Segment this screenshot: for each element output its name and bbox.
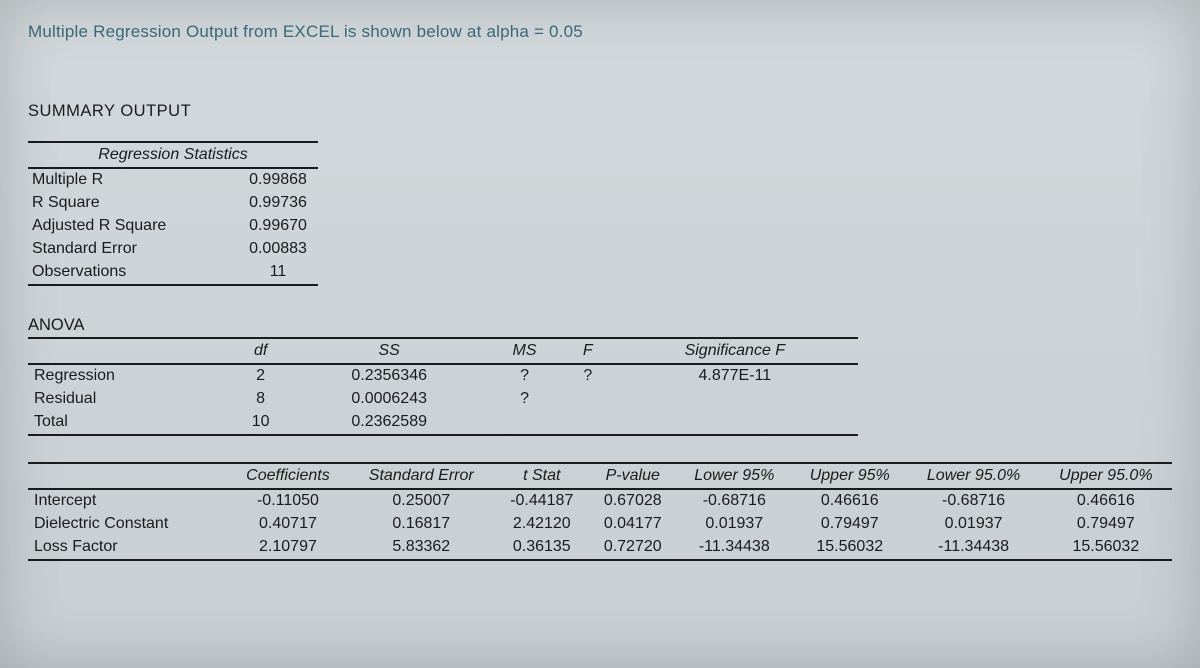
cell: 0.72720 (589, 536, 677, 560)
col-header: Lower 95.0% (907, 463, 1039, 489)
regstats-value: 11 (238, 261, 318, 285)
cell: -11.34438 (677, 536, 792, 560)
cell: -0.44187 (495, 489, 589, 513)
col-header: Coefficients (228, 463, 348, 489)
cell: 0.36135 (495, 536, 589, 560)
cell: 2.10797 (228, 536, 348, 560)
regstats-value: 0.99868 (238, 168, 318, 192)
regstats-value: 0.99736 (238, 192, 318, 215)
table-row: Observations 11 (28, 261, 318, 285)
anova-table: df SS MS F Significance F Regression 2 0… (28, 337, 858, 436)
regstats-label: Adjusted R Square (28, 215, 238, 238)
regstats-label: R Square (28, 192, 238, 215)
col-header: Upper 95% (792, 463, 907, 489)
table-header-row: Coefficients Standard Error t Stat P-val… (28, 463, 1172, 489)
table-row: Loss Factor 2.10797 5.83362 0.36135 0.72… (28, 536, 1172, 560)
cell: ? (485, 388, 564, 411)
cell: -0.68716 (677, 489, 792, 513)
coefficients-table: Coefficients Standard Error t Stat P-val… (28, 462, 1172, 561)
regstats-value: 0.99670 (238, 215, 318, 238)
cell: 0.46616 (1040, 489, 1172, 513)
cell: 0.79497 (1040, 513, 1172, 536)
regstats-label: Multiple R (28, 168, 238, 192)
cell: 5.83362 (348, 536, 495, 560)
cell: 0.79497 (792, 513, 907, 536)
cell: 0.46616 (792, 489, 907, 513)
col-header (28, 463, 228, 489)
table-row: Adjusted R Square 0.99670 (28, 215, 318, 238)
col-header: F (564, 338, 612, 364)
cell: 0.01937 (907, 513, 1039, 536)
cell: Intercept (28, 489, 228, 513)
cell: -11.34438 (907, 536, 1039, 560)
table-row: Intercept -0.11050 0.25007 -0.44187 0.67… (28, 489, 1172, 513)
page-root: Multiple Regression Output from EXCEL is… (0, 0, 1200, 668)
table-row: Regression 2 0.2356346 ? ? 4.877E-11 (28, 364, 858, 388)
cell: 15.56032 (1040, 536, 1172, 560)
cell: 0.67028 (589, 489, 677, 513)
col-header: MS (485, 338, 564, 364)
cell: Regression (28, 364, 228, 388)
regstats-value: 0.00883 (238, 238, 318, 261)
page-title: Multiple Regression Output from EXCEL is… (28, 22, 1172, 42)
cell: Residual (28, 388, 228, 411)
regstats-label: Observations (28, 261, 238, 285)
cell: -0.68716 (907, 489, 1039, 513)
regstats-header: Regression Statistics (28, 142, 318, 168)
cell (564, 388, 612, 411)
cell: -0.11050 (228, 489, 348, 513)
cell: 0.25007 (348, 489, 495, 513)
cell: ? (564, 364, 612, 388)
cell (612, 388, 858, 411)
col-header: Significance F (612, 338, 858, 364)
col-header: Standard Error (348, 463, 495, 489)
col-header: P-value (589, 463, 677, 489)
cell: 10 (228, 411, 293, 435)
table-row: Standard Error 0.00883 (28, 238, 318, 261)
col-header (28, 338, 228, 364)
cell: Total (28, 411, 228, 435)
anova-heading: ANOVA (28, 316, 1172, 335)
cell (564, 411, 612, 435)
cell: 0.0006243 (293, 388, 485, 411)
table-row: Residual 8 0.0006243 ? (28, 388, 858, 411)
cell: 2 (228, 364, 293, 388)
cell: 0.01937 (677, 513, 792, 536)
cell: 15.56032 (792, 536, 907, 560)
cell: 0.04177 (589, 513, 677, 536)
table-row: Multiple R 0.99868 (28, 168, 318, 192)
cell (485, 411, 564, 435)
regstats-label: Standard Error (28, 238, 238, 261)
cell: 8 (228, 388, 293, 411)
cell: ? (485, 364, 564, 388)
table-header-row: df SS MS F Significance F (28, 338, 858, 364)
cell: 0.16817 (348, 513, 495, 536)
cell (612, 411, 858, 435)
summary-output-heading: SUMMARY OUTPUT (28, 102, 1172, 121)
table-row: Total 10 0.2362589 (28, 411, 858, 435)
col-header: Upper 95.0% (1040, 463, 1172, 489)
cell: 0.40717 (228, 513, 348, 536)
col-header: Lower 95% (677, 463, 792, 489)
table-row: R Square 0.99736 (28, 192, 318, 215)
cell: 4.877E-11 (612, 364, 858, 388)
col-header: t Stat (495, 463, 589, 489)
col-header: SS (293, 338, 485, 364)
table-row: Dielectric Constant 0.40717 0.16817 2.42… (28, 513, 1172, 536)
cell: 0.2356346 (293, 364, 485, 388)
cell: 2.42120 (495, 513, 589, 536)
col-header: df (228, 338, 293, 364)
cell: 0.2362589 (293, 411, 485, 435)
regression-statistics-table: Regression Statistics Multiple R 0.99868… (28, 141, 318, 286)
cell: Loss Factor (28, 536, 228, 560)
cell: Dielectric Constant (28, 513, 228, 536)
